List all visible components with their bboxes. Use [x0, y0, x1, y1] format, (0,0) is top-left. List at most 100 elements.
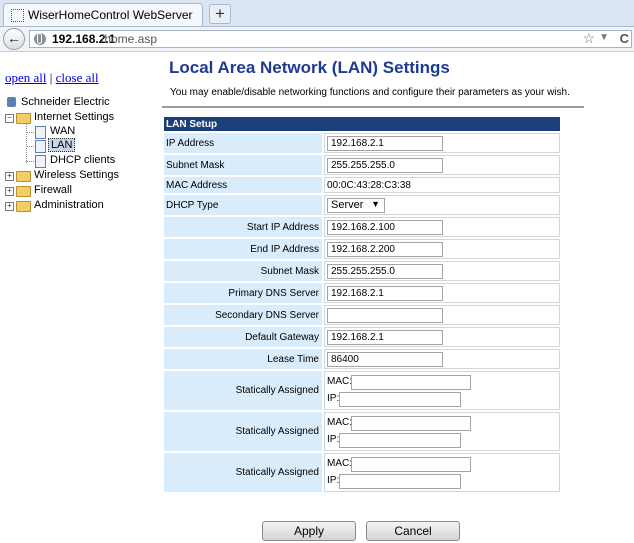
document-icon: [35, 126, 46, 139]
page-icon: [11, 9, 24, 22]
dhcp-type-select[interactable]: Server ▼: [327, 197, 385, 213]
expand-icon[interactable]: +: [5, 187, 14, 196]
static-assigned-label: Statically Assigned: [164, 453, 322, 492]
primary-dns-input[interactable]: [327, 285, 443, 301]
ip-key: IP:: [327, 392, 340, 404]
tree-controls: open all | close all: [5, 70, 99, 86]
apply-button[interactable]: Apply: [262, 521, 356, 541]
table-row: MAC Address 00:0C:43:28:C3:38: [164, 177, 560, 193]
subnet-mask-label: Subnet Mask: [164, 155, 322, 175]
static-ip-input[interactable]: [339, 432, 461, 448]
static-mac-row: MAC:: [327, 415, 557, 432]
static-mac-row: MAC:: [327, 456, 557, 473]
table-row: Subnet Mask: [164, 261, 560, 281]
static-ip-input[interactable]: [339, 473, 461, 489]
lan-setup-table: LAN Setup IP Address Subnet Mask MAC Add…: [162, 115, 562, 494]
table-header: LAN Setup: [164, 117, 560, 131]
default-gateway-label: Default Gateway: [164, 327, 322, 347]
tree-separator: |: [49, 70, 53, 85]
static-assigned-label: Statically Assigned: [164, 371, 322, 410]
secondary-dns-input[interactable]: [327, 307, 443, 323]
tree-root-label: Schneider Electric: [21, 96, 110, 108]
folder-open-icon: [16, 113, 31, 124]
cancel-button[interactable]: Cancel: [366, 521, 460, 541]
table-row: Statically Assigned MAC: IP:: [164, 412, 560, 451]
tree-item-label: Internet Settings: [34, 111, 115, 123]
tab-bar: WiserHomeControl WebServer +: [0, 0, 634, 27]
computer-icon: [7, 97, 16, 107]
url-path: /home.asp: [101, 32, 158, 46]
table-row: Subnet Mask: [164, 155, 560, 175]
static-mac-input[interactable]: [351, 415, 471, 431]
ip-address-label: IP Address: [164, 133, 322, 153]
tree-line: [26, 132, 34, 133]
static-ip-input[interactable]: [339, 391, 461, 407]
browser-tab[interactable]: WiserHomeControl WebServer: [3, 3, 203, 26]
ip-key: IP:: [327, 474, 340, 486]
collapse-icon[interactable]: −: [5, 114, 14, 123]
primary-dns-label: Primary DNS Server: [164, 283, 322, 303]
start-ip-input[interactable]: [327, 219, 443, 235]
open-all-link[interactable]: open all: [5, 70, 47, 85]
divider: [162, 106, 584, 108]
table-row: Default Gateway: [164, 327, 560, 347]
navigation-bar: ← 192.168.2.1 /home.asp ☆ ▼ C: [0, 27, 634, 52]
ip-key: IP:: [327, 433, 340, 445]
subnet-mask-input[interactable]: [327, 157, 443, 173]
folder-icon: [16, 171, 31, 182]
expand-icon[interactable]: +: [5, 202, 14, 211]
ip-address-input[interactable]: [327, 135, 443, 151]
dhcp-subnet-mask-input[interactable]: [327, 263, 443, 279]
table-row: DHCP Type Server ▼: [164, 195, 560, 215]
start-ip-label: Start IP Address: [164, 217, 322, 237]
tree-item-label: Firewall: [34, 184, 72, 196]
table-row: Secondary DNS Server: [164, 305, 560, 325]
table-row: Statically Assigned MAC: IP:: [164, 371, 560, 410]
mac-address-label: MAC Address: [164, 177, 322, 193]
table-row: Primary DNS Server: [164, 283, 560, 303]
folder-icon: [16, 201, 31, 212]
back-arrow-icon[interactable]: ←: [3, 28, 25, 50]
tree-item-label: Administration: [34, 199, 104, 211]
chevron-down-icon[interactable]: ▼: [599, 32, 609, 43]
mac-key: MAC:: [327, 375, 352, 387]
static-ip-row: IP:: [327, 432, 557, 449]
static-mac-input[interactable]: [351, 456, 471, 472]
mac-key: MAC:: [327, 416, 352, 428]
tree-item-label: LAN: [48, 138, 76, 152]
reload-icon[interactable]: C: [620, 31, 629, 46]
close-all-link[interactable]: close all: [56, 70, 99, 85]
end-ip-label: End IP Address: [164, 239, 322, 259]
lease-time-label: Lease Time: [164, 349, 322, 369]
static-ip-row: IP:: [327, 473, 557, 490]
tree-item-label: WAN: [50, 125, 76, 137]
default-gateway-input[interactable]: [327, 329, 443, 345]
table-row: Start IP Address: [164, 217, 560, 237]
expand-icon[interactable]: +: [5, 172, 14, 181]
chevron-down-icon: ▼: [371, 198, 380, 209]
table-row: Lease Time: [164, 349, 560, 369]
dhcp-subnet-mask-label: Subnet Mask: [164, 261, 322, 281]
tree-item-label: DHCP clients: [50, 154, 116, 166]
mac-key: MAC:: [327, 457, 352, 469]
tree-line: [26, 161, 34, 162]
document-icon: [35, 155, 46, 168]
table-row: End IP Address: [164, 239, 560, 259]
tree-line: [26, 123, 27, 163]
page-description: You may enable/disable networking functi…: [170, 87, 570, 98]
globe-icon: [34, 33, 46, 45]
folder-icon: [16, 186, 31, 197]
tab-title: WiserHomeControl WebServer: [28, 8, 193, 22]
lease-time-input[interactable]: [327, 351, 443, 367]
document-icon: [35, 140, 46, 153]
end-ip-input[interactable]: [327, 241, 443, 257]
new-tab-button[interactable]: +: [209, 4, 231, 24]
page-title: Local Area Network (LAN) Settings: [169, 58, 450, 77]
address-bar[interactable]: 192.168.2.1 /home.asp ☆ ▼ C: [29, 30, 632, 48]
tree-line: [26, 146, 34, 147]
dhcp-type-label: DHCP Type: [164, 195, 322, 215]
static-mac-row: MAC:: [327, 374, 557, 391]
bookmark-star-icon[interactable]: ☆: [582, 30, 595, 47]
static-assigned-label: Statically Assigned: [164, 412, 322, 451]
static-mac-input[interactable]: [351, 374, 471, 390]
